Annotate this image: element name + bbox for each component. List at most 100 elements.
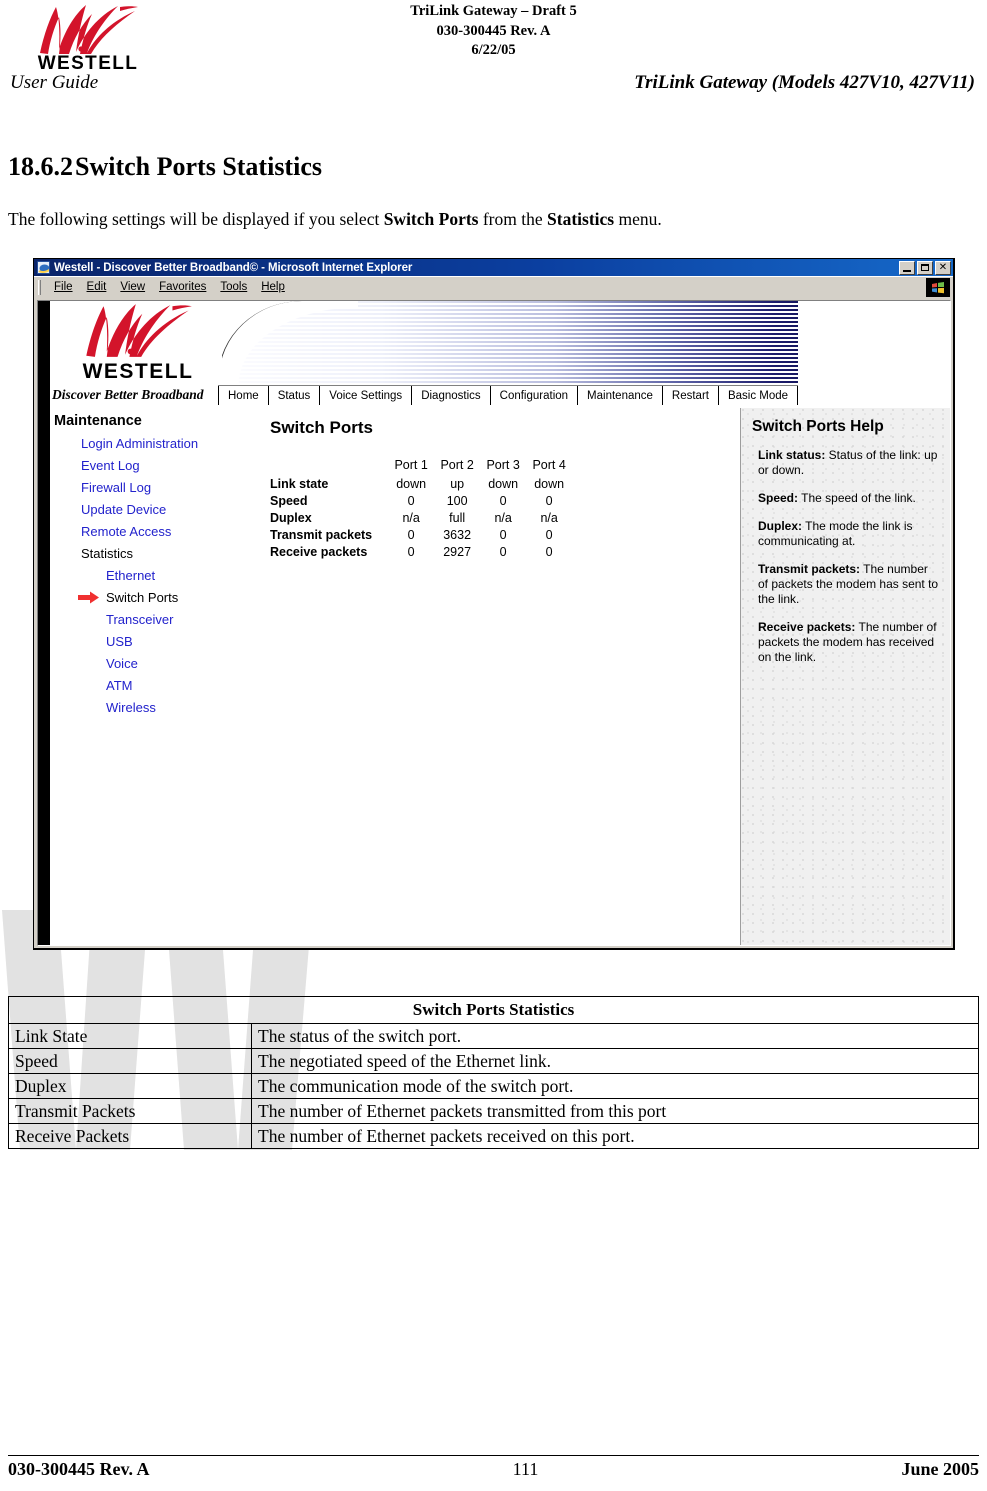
- menu-file[interactable]: File: [47, 280, 80, 294]
- internet-explorer-icon: [37, 261, 50, 274]
- maximize-button[interactable]: [917, 260, 933, 275]
- def-term-receive-packets: Receive Packets: [8, 1123, 252, 1149]
- duplex-port-4: n/a: [540, 510, 558, 525]
- section-number: 18.6.2: [8, 152, 73, 181]
- menu-help-label: Help: [261, 281, 285, 293]
- browser-titlebar: Westell - Discover Better Broadband© - M…: [34, 259, 953, 276]
- column-header-port-2: Port 2: [440, 458, 474, 472]
- window-controls: ✕: [899, 260, 951, 275]
- help-text-speed: The speed of the link.: [798, 491, 916, 505]
- sidebar-item-update-device[interactable]: Update Device: [81, 502, 262, 517]
- user-guide-label: User Guide: [10, 72, 99, 93]
- windows-flag-icon: [926, 277, 950, 297]
- receive-packets-port-3: 0: [499, 544, 507, 559]
- sidebar-heading: Maintenance: [54, 413, 142, 429]
- footer-page-number: 111: [512, 1459, 539, 1479]
- help-item-speed: Speed: The speed of the link.: [758, 491, 941, 506]
- menubar-grip[interactable]: [38, 279, 41, 295]
- sidebar-item-event-log[interactable]: Event Log: [81, 458, 262, 473]
- section-title: Switch Ports Statistics: [75, 152, 322, 181]
- sidebar-item-usb[interactable]: USB: [106, 634, 262, 649]
- menu-tools[interactable]: Tools: [213, 280, 254, 294]
- sidebar-item-transceiver[interactable]: Transceiver: [106, 612, 262, 627]
- speed-port-1: 0: [407, 493, 415, 508]
- tab-voice-settings[interactable]: Voice Settings: [320, 386, 413, 405]
- intro-bold-switch-ports: Switch Ports: [383, 209, 479, 229]
- close-button[interactable]: ✕: [935, 260, 951, 275]
- receive-packets-port-1: 0: [407, 544, 415, 559]
- page-footer: 030-300445 Rev. A 111 June 2005: [8, 1459, 979, 1480]
- sidebar-item-switch-ports[interactable]: Switch Ports: [78, 590, 262, 605]
- sidebar-nav: Maintenance Login Administration Event L…: [50, 408, 262, 945]
- site-tagline: Discover Better Broadband: [52, 387, 204, 402]
- tab-diagnostics[interactable]: Diagnostics: [412, 386, 491, 405]
- help-item-transmit-packets: Transmit packets: The number of packets …: [758, 562, 941, 607]
- def-term-transmit-packets: Transmit Packets: [8, 1098, 252, 1124]
- sidebar-group-statistics: Statistics: [81, 546, 134, 561]
- sidebar-item-login-administration[interactable]: Login Administration: [81, 436, 262, 451]
- westell-logo: WESTELL: [18, 4, 158, 75]
- table-row: Transmit Packets The number of Ethernet …: [8, 1098, 979, 1124]
- page-left-rail: [38, 301, 50, 945]
- row-label-duplex: Duplex: [270, 510, 312, 525]
- intro-text-pre: The following settings will be displayed…: [8, 209, 384, 229]
- row-label-receive-packets: Receive packets: [270, 544, 368, 559]
- column-header-port-4: Port 4: [532, 458, 566, 472]
- help-item-duplex: Duplex: The mode the link is communicati…: [758, 519, 941, 549]
- help-term-receive-packets: Receive packets:: [758, 620, 856, 634]
- main-content-pane: Switch Ports Port 1 Port 2 Port 3 Port 4: [262, 408, 740, 945]
- link-state-port-3: down: [488, 476, 519, 491]
- red-arrow-icon: [78, 591, 99, 604]
- help-panel-title: Switch Ports Help: [752, 418, 884, 435]
- menu-edit-label: Edit: [86, 281, 107, 293]
- help-panel: Switch Ports Help Link status: Status of…: [740, 408, 950, 945]
- tab-basic-mode[interactable]: Basic Mode: [718, 386, 799, 405]
- tab-restart[interactable]: Restart: [662, 386, 719, 405]
- help-term-duplex: Duplex:: [758, 519, 803, 533]
- speed-port-4: 0: [545, 493, 553, 508]
- sidebar-item-firewall-log[interactable]: Firewall Log: [81, 480, 262, 495]
- table-row: Link State The status of the switch port…: [8, 1023, 979, 1049]
- sidebar-item-ethernet[interactable]: Ethernet: [106, 568, 262, 583]
- sidebar-item-remote-access[interactable]: Remote Access: [81, 524, 262, 539]
- menu-view-label: View: [120, 281, 146, 293]
- banner-stripe-graphic: [218, 301, 798, 385]
- menu-file-label: File: [54, 281, 73, 293]
- minimize-button[interactable]: [899, 260, 915, 275]
- table-row: Receive packets 0 2927 0 0: [270, 543, 572, 560]
- duplex-port-1: n/a: [402, 510, 420, 525]
- westell-swoosh-icon: [40, 5, 138, 54]
- browser-window-title: Westell - Discover Better Broadband© - M…: [54, 261, 413, 274]
- sidebar-item-switch-ports-label: Switch Ports: [106, 590, 179, 605]
- transmit-packets-port-2: 3632: [443, 527, 472, 542]
- duplex-port-2: full: [449, 510, 466, 525]
- def-term-link-state: Link State: [8, 1023, 252, 1049]
- menu-view[interactable]: View: [113, 280, 152, 294]
- table-header-row: Port 1 Port 2 Port 3 Port 4: [270, 458, 572, 475]
- sidebar-item-voice[interactable]: Voice: [106, 656, 262, 671]
- sidebar-item-atm[interactable]: ATM: [106, 678, 262, 693]
- page-title: Switch Ports: [270, 418, 373, 437]
- help-item-link-status: Link status: Status of the link: up or d…: [758, 448, 941, 478]
- def-desc-link-state: The status of the switch port.: [251, 1023, 979, 1049]
- tab-status[interactable]: Status: [268, 386, 321, 405]
- site-logo[interactable]: WESTELL: [54, 303, 222, 385]
- help-term-speed: Speed:: [758, 491, 799, 505]
- menu-help[interactable]: Help: [254, 280, 292, 294]
- column-header-port-1: Port 1: [394, 458, 428, 472]
- browser-menubar: File Edit View Favorites Tools Help: [34, 276, 953, 297]
- switch-ports-stats-table: Port 1 Port 2 Port 3 Port 4 Link state d…: [270, 458, 572, 560]
- link-state-port-1: down: [396, 476, 427, 491]
- site-banner: WESTELL Discover Better Broadband Home S…: [50, 301, 950, 405]
- def-term-duplex: Duplex: [8, 1073, 252, 1099]
- tab-configuration[interactable]: Configuration: [490, 386, 579, 405]
- menu-favorites[interactable]: Favorites: [152, 280, 213, 294]
- browser-viewport: WESTELL Discover Better Broadband Home S…: [37, 300, 951, 946]
- transmit-packets-port-3: 0: [499, 527, 507, 542]
- receive-packets-port-2: 2927: [443, 544, 472, 559]
- footer-date: June 2005: [901, 1459, 979, 1479]
- site-nav-tabs: Home Status Voice Settings Diagnostics C…: [218, 385, 799, 405]
- menu-edit[interactable]: Edit: [80, 280, 114, 294]
- tab-maintenance[interactable]: Maintenance: [578, 386, 663, 405]
- sidebar-item-wireless[interactable]: Wireless: [106, 700, 262, 715]
